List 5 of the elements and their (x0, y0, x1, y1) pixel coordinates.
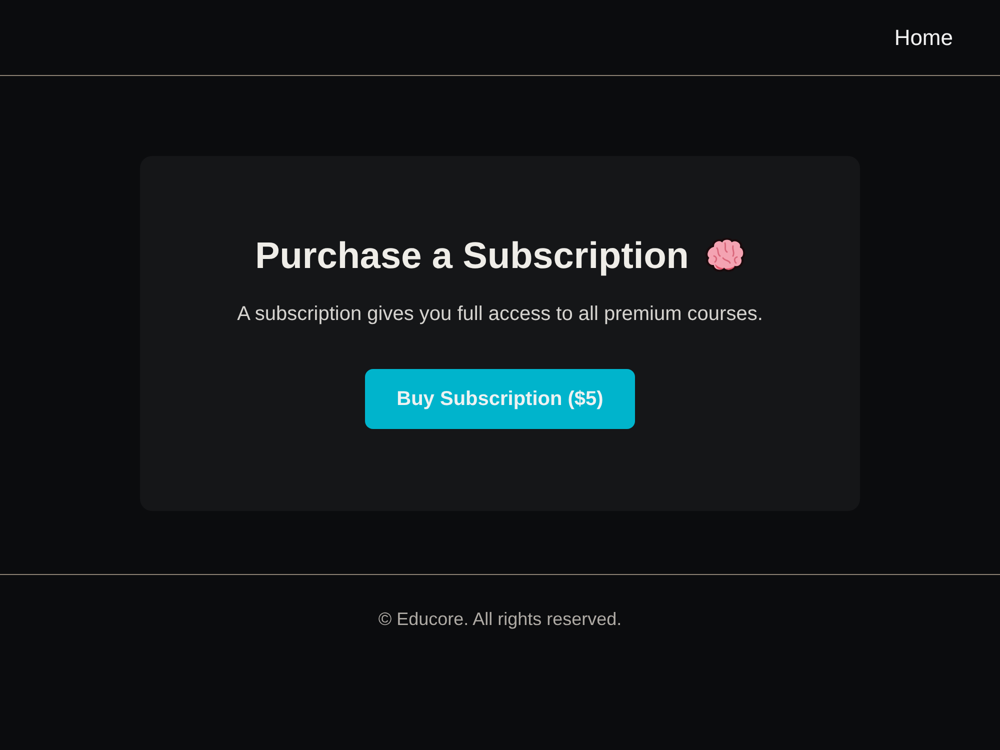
card-title: Purchase a Subscription (255, 234, 689, 278)
card-description: A subscription gives you full access to all premium courses. (237, 302, 763, 327)
nav-link[interactable]: Home (894, 26, 953, 48)
footer-copyright: © Educore. All rights reserved. (378, 608, 622, 631)
brain-icon (704, 238, 745, 274)
